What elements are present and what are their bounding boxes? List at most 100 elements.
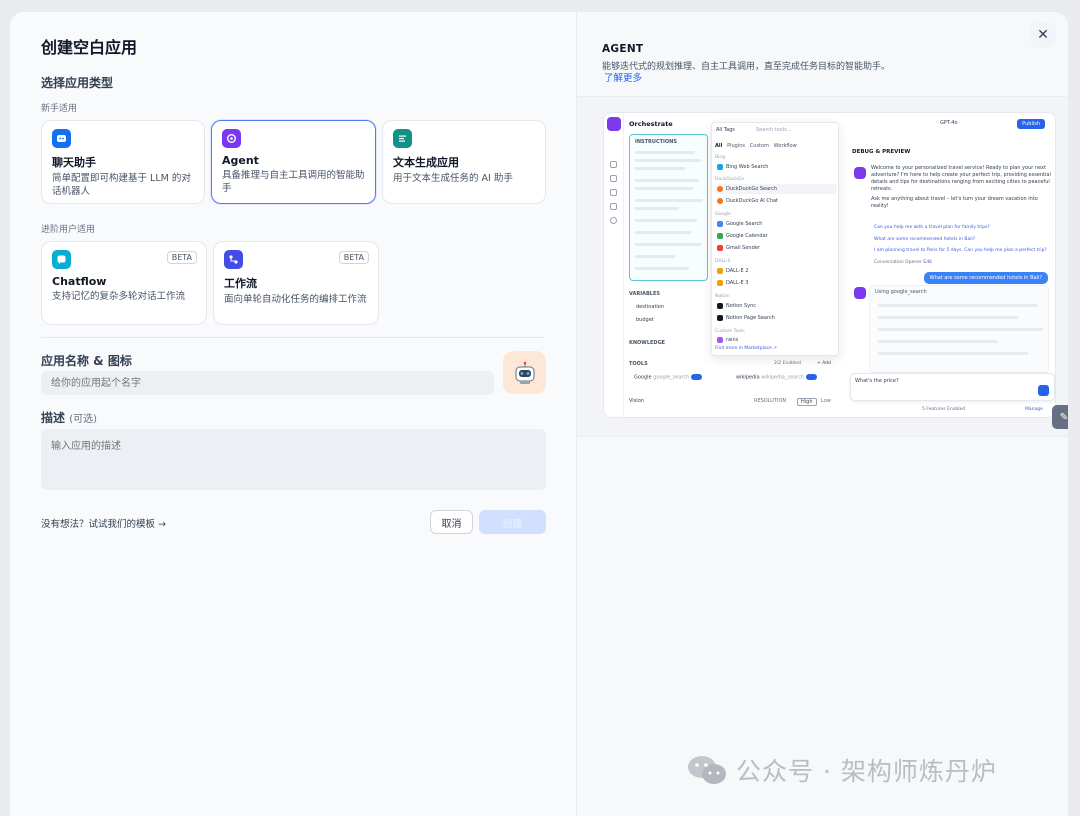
mini-all-tags: All Tags — [716, 127, 735, 133]
mini-nav-icon — [610, 217, 617, 224]
placeholder-line — [635, 167, 685, 170]
type-preview-panel: ✕ AGENT 能够迭代式的规划推理、自主工具调用，直至完成任务目标的智能助手。… — [576, 12, 1068, 816]
close-icon: ✕ — [1037, 27, 1049, 43]
toggle-icon — [690, 374, 702, 380]
create-button[interactable]: 创建 — [479, 510, 546, 534]
tool-id: google_search — [653, 374, 690, 381]
toggle-icon — [805, 374, 817, 380]
chip: Workflow — [773, 143, 797, 149]
mini-nav-icon — [610, 189, 617, 196]
mini-suggestion: I am planning travel to Paris for 5 days… — [874, 248, 1047, 253]
beta-badge: BETA — [338, 251, 369, 264]
resolution-label: RESOLUTION — [754, 398, 787, 404]
app-description-input[interactable] — [41, 429, 546, 490]
tool-item: DALL-E 3 — [715, 278, 837, 288]
placeholder-line — [635, 231, 691, 234]
chip: Plugins — [727, 143, 746, 149]
chip: All — [715, 143, 723, 149]
mini-add-tool: + Add — [817, 361, 831, 366]
card-desc: 用于文本生成任务的 AI 助手 — [393, 173, 513, 184]
dialog-title: 创建空白应用 — [41, 38, 138, 57]
placeholder-line — [635, 207, 679, 210]
mini-knowledge-label: KNOWLEDGE — [629, 340, 666, 346]
mini-orchestrate-title: Orchestrate — [629, 120, 673, 128]
mini-nav-icon — [610, 175, 617, 182]
mini-debug-title: DEBUG & PREVIEW — [852, 149, 911, 155]
placeholder-line — [635, 199, 703, 202]
placeholder-line — [635, 255, 675, 258]
beta-badge: BETA — [166, 251, 197, 264]
app-type-heading: 选择应用类型 — [41, 76, 114, 90]
cancel-button[interactable]: 取消 — [430, 510, 473, 534]
placeholder-line — [878, 352, 1028, 355]
tool-item: DuckDuckGo AI Chat — [715, 196, 837, 206]
magic-wand-icon: ✎ — [1059, 411, 1068, 423]
tool-item: Bing Web Search — [715, 162, 837, 172]
mini-features-enabled: 5 Features Enabled — [922, 407, 966, 412]
description-label-text: 描述 — [41, 411, 66, 425]
create-form-panel: 创建空白应用 选择应用类型 新手适用 聊天助手 简单配置即可构建基于 LLM 的… — [10, 12, 576, 816]
tool-id: wikipedia_search — [761, 374, 804, 381]
card-name: 工作流 — [224, 277, 257, 290]
chat-bot-icon — [52, 129, 71, 148]
tool-item: Notion Sync — [715, 301, 837, 311]
workflow-icon — [224, 250, 243, 269]
app-type-card-workflow[interactable]: BETA 工作流 面向单轮自动化任务的编排工作流 — [213, 241, 379, 325]
try-template-link[interactable]: 没有想法？试试我们的模板 → — [41, 516, 166, 530]
close-button[interactable]: ✕ — [1030, 22, 1056, 48]
app-type-card-text-generator[interactable]: 文本生成应用 用于文本生成任务的 AI 助手 — [382, 120, 546, 204]
mini-filter-chips: All Plugins Custom Workflow — [715, 143, 797, 149]
watermark-text: 公众号 · 架构师炼丹炉 — [736, 757, 997, 786]
placeholder-line — [635, 179, 699, 182]
card-desc: 支持记忆的复杂多轮对话工作流 — [52, 291, 186, 302]
tool-group-label: DuckDuckGo — [715, 177, 745, 182]
tool-item: Gmail Sender — [715, 243, 837, 253]
placeholder-line — [635, 159, 701, 162]
tool-item: DALL-E 2 — [715, 266, 837, 276]
mini-suggestion: What are some recommended hotels in Bali… — [874, 237, 976, 242]
tool-name: wikipedia — [736, 374, 760, 381]
app-icon-picker[interactable] — [503, 351, 546, 394]
mini-model-selector: GPT-4o — [940, 120, 958, 126]
magic-wand-button[interactable]: ✎ — [1052, 405, 1068, 429]
app-type-card-agent[interactable]: Agent 具备推理与自主工具调用的智能助手 — [211, 120, 376, 204]
watermark: 公众号 · 架构师炼丹炉 — [686, 752, 997, 788]
mini-tools-enabled: 2/2 Enabled — [774, 361, 801, 366]
tool-group-label: Bing — [715, 155, 726, 160]
app-type-card-chat-assistant[interactable]: 聊天助手 简单配置即可构建基于 LLM 的对话机器人 — [41, 120, 205, 204]
card-name: 文本生成应用 — [393, 156, 459, 169]
opener-label: Conversation Opener — [874, 260, 922, 265]
mini-input-text: What's the price? — [855, 378, 899, 384]
mini-publish-button: Publish — [1017, 119, 1045, 129]
tool-group-label: Google — [715, 212, 731, 217]
ask-text: Ask me anything about travel – let's tur… — [871, 196, 1038, 209]
placeholder-line — [878, 328, 1043, 331]
app-type-card-chatflow[interactable]: BETA Chatflow 支持记忆的复杂多轮对话工作流 — [41, 241, 207, 325]
wechat-logo-icon — [688, 756, 726, 784]
mini-answer-box: Using google_search — [869, 285, 1049, 373]
placeholder-line — [878, 316, 1018, 319]
mini-tool-google: Google google_search — [634, 374, 702, 381]
placeholder-line — [635, 243, 701, 246]
using-tool: Using google_search — [875, 289, 927, 295]
send-icon — [1038, 385, 1049, 396]
mini-nav-icon — [610, 161, 617, 168]
app-name-input[interactable] — [41, 371, 494, 395]
mini-tool-wikipedia: wikipedia wikipedia_search — [736, 374, 817, 381]
card-desc: 简单配置即可构建基于 LLM 的对话机器人 — [52, 173, 191, 197]
mini-app-icon — [607, 117, 621, 131]
welcome-text: Welcome to your personalized travel serv… — [871, 165, 1051, 192]
card-name: Chatflow — [52, 275, 107, 288]
mini-bot-avatar — [854, 287, 866, 299]
mini-suggestion: Can you help me with a travel plan for f… — [874, 225, 990, 230]
text-generator-icon — [393, 129, 412, 148]
tool-group-label: Notion — [715, 294, 730, 299]
using-label: Using — [875, 289, 889, 295]
section-divider — [41, 337, 545, 338]
placeholder-line — [635, 151, 695, 154]
low-option: Low — [821, 398, 831, 404]
placeholder-line — [635, 267, 689, 270]
learn-more-link[interactable]: 了解更多 — [604, 70, 642, 84]
mini-bot-avatar — [854, 167, 866, 179]
tool-item: Notion Page Search — [715, 313, 837, 323]
